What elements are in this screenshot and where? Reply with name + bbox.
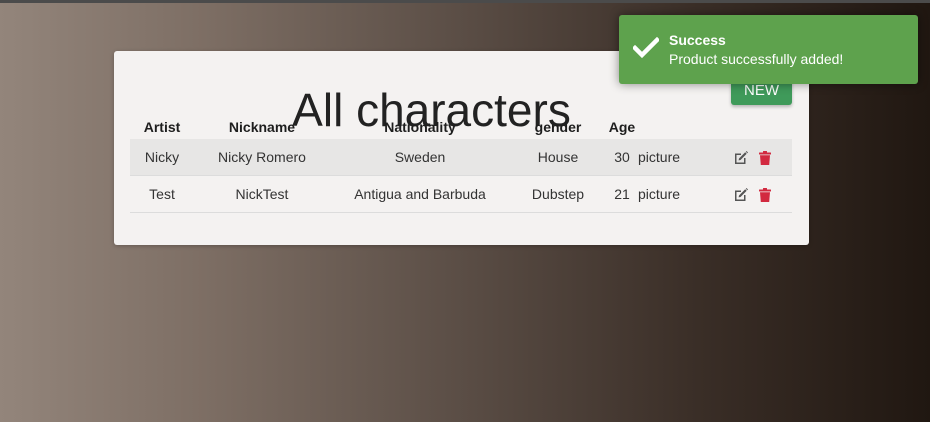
table-row: Nicky Nicky Romero Sweden House 30 pictu… <box>130 139 792 176</box>
column-header-artist: Artist <box>143 118 181 135</box>
column-header-nationality: Nationality <box>384 118 456 135</box>
cell-gender: House <box>510 139 606 176</box>
column-header-picture <box>638 114 714 139</box>
cell-actions <box>714 139 792 176</box>
column-header-actions <box>714 114 792 139</box>
edit-icon[interactable] <box>733 187 749 203</box>
cell-age: 30 <box>606 139 638 176</box>
cell-picture: picture <box>638 139 714 176</box>
cell-artist: Nicky <box>130 139 194 176</box>
browser-top-bar <box>0 0 930 3</box>
edit-icon[interactable] <box>733 150 749 166</box>
cell-nickname: NickTest <box>194 175 330 213</box>
cell-nationality: Sweden <box>330 139 510 176</box>
cell-nationality: Antigua and Barbuda <box>330 175 510 213</box>
cell-age: 21 <box>606 175 638 213</box>
toast-title: Success <box>669 32 726 48</box>
column-header-age: Age <box>608 118 636 135</box>
cell-picture: picture <box>638 175 714 213</box>
cell-gender: Dubstep <box>510 175 606 213</box>
trash-icon[interactable] <box>757 187 773 203</box>
cell-artist: Test <box>130 175 194 213</box>
toast-message: Product successfully added! <box>669 51 844 67</box>
characters-table: Artist Nickname Nationality gender Age N… <box>130 114 792 213</box>
cell-actions <box>714 175 792 213</box>
cell-nickname: Nicky Romero <box>194 139 330 176</box>
table-row: Test NickTest Antigua and Barbuda Dubste… <box>130 175 792 213</box>
column-header-gender: gender <box>534 118 582 135</box>
checkmark-icon <box>631 36 661 59</box>
table-header-row: Artist Nickname Nationality gender Age <box>130 114 792 139</box>
trash-icon[interactable] <box>757 150 773 166</box>
success-toast[interactable]: Success Product successfully added! <box>619 15 918 84</box>
column-header-nickname: Nickname <box>228 118 296 135</box>
